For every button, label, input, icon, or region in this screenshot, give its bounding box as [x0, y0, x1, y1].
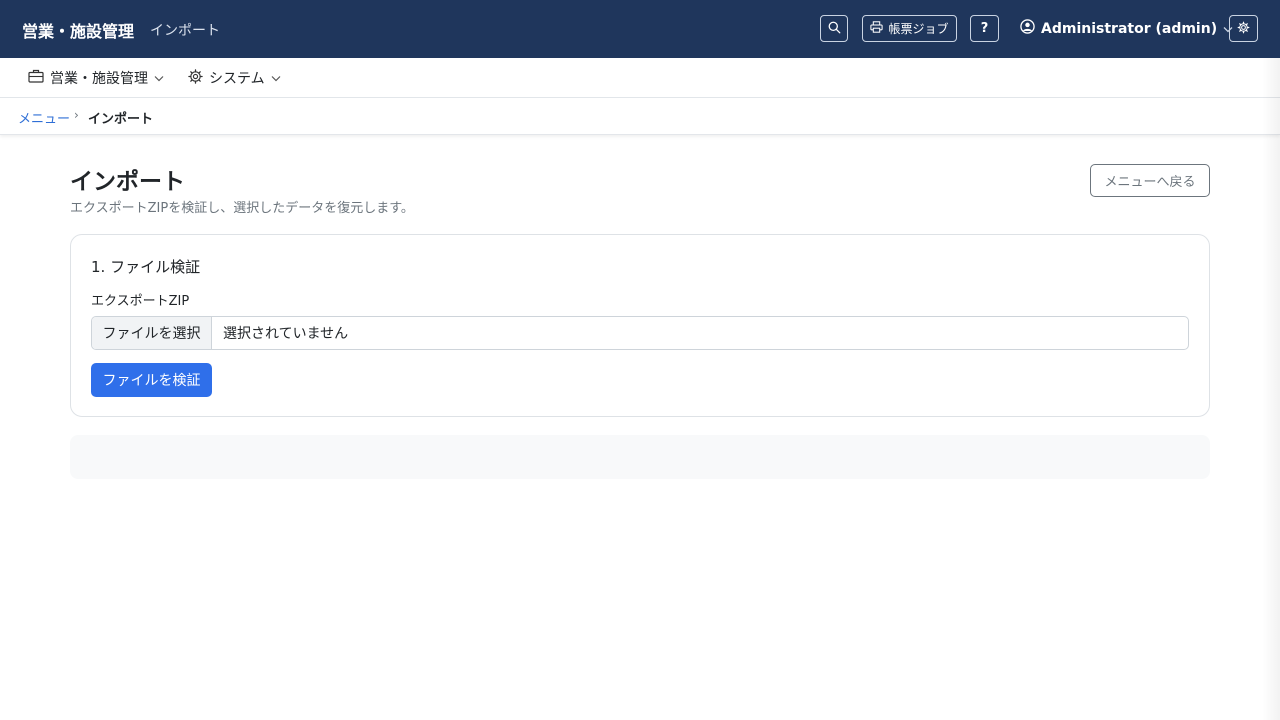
gear-icon [188, 68, 203, 88]
choose-file-button[interactable]: ファイルを選択 [92, 317, 212, 349]
chevron-down-icon [271, 70, 281, 86]
app-brand[interactable]: 営業・施設管理 [22, 18, 134, 42]
menu-sales-facility-label: 営業・施設管理 [50, 71, 148, 87]
search-button[interactable] [820, 15, 848, 42]
page-title: インポート [70, 169, 185, 195]
top-navbar: 営業・施設管理 インポート 帳票ジョブ ? Administrator (adm… [0, 0, 1280, 58]
page-subtitle: エクスポートZIPを検証し、選択したデータを復元します。 [70, 201, 414, 216]
file-status-text: 選択されていません [223, 326, 349, 342]
back-to-menu-button[interactable]: メニューへ戻る [1090, 164, 1210, 197]
current-page-label: インポート [150, 23, 220, 39]
print-jobs-button[interactable]: 帳票ジョブ [862, 15, 957, 42]
help-button[interactable]: ? [970, 15, 999, 42]
settings-button[interactable] [1229, 15, 1258, 42]
card-title: 1. ファイル検証 [91, 258, 201, 276]
user-menu[interactable]: Administrator (admin) [1020, 19, 1233, 38]
scroll-shadow [1262, 58, 1280, 720]
results-panel [70, 435, 1210, 479]
user-circle-icon [1020, 19, 1035, 38]
chevron-down-icon [154, 70, 164, 86]
breadcrumb-separator: › [74, 108, 79, 122]
printer-icon [870, 21, 884, 36]
menu-system-label: システム [209, 71, 265, 87]
breadcrumb-current: インポート [88, 112, 154, 127]
breadcrumb-menu-link[interactable]: メニュー [18, 108, 70, 127]
gear-icon [1237, 21, 1250, 37]
export-zip-label: エクスポートZIP [91, 294, 190, 309]
menu-sales-facility[interactable]: 営業・施設管理 [28, 68, 164, 88]
user-name: Administrator (admin) [1041, 20, 1218, 37]
menu-system[interactable]: システム [188, 68, 281, 88]
main-menubar: 営業・施設管理 システム [0, 58, 1280, 98]
file-verification-card: 1. ファイル検証 エクスポートZIP ファイルを選択 選択されていません ファ… [70, 234, 1210, 417]
print-jobs-label: 帳票ジョブ [888, 22, 949, 36]
verify-file-button[interactable]: ファイルを検証 [91, 363, 212, 397]
search-icon [828, 21, 841, 37]
briefcase-icon [28, 69, 44, 87]
breadcrumb: メニュー › インポート [0, 98, 1280, 135]
export-zip-file-input[interactable]: ファイルを選択 選択されていません [91, 316, 1189, 350]
